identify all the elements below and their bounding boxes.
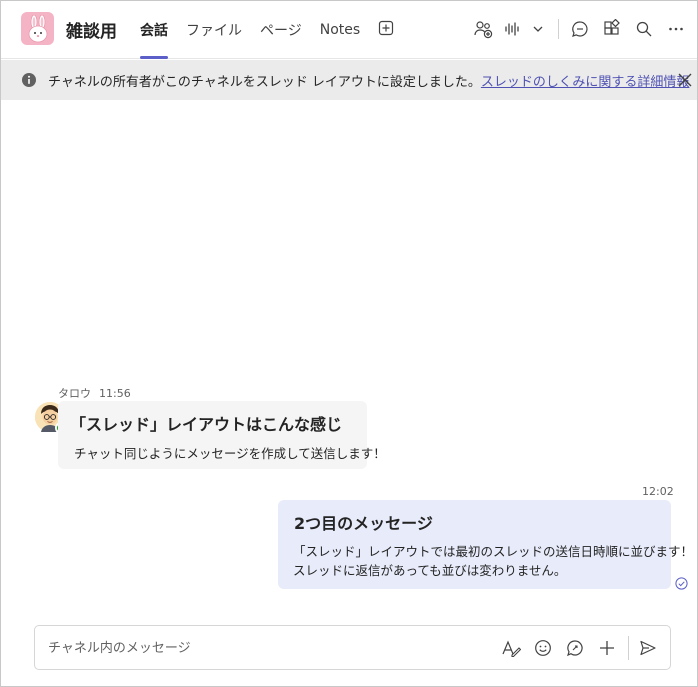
own-message-bubble[interactable]: 2つ目のメッセージ 「スレッド」レイアウトでは最初のスレッドの送信日時順に並びま… — [278, 500, 693, 589]
add-icon[interactable] — [597, 638, 617, 658]
search-icon[interactable] — [633, 18, 655, 40]
tab-notes[interactable]: Notes — [311, 1, 369, 59]
message-bubble[interactable]: 「スレッド」レイアウトはこんな感じ チャット同じようにメッセージを作成して送信し… — [58, 401, 386, 469]
channel-header: 雑談用 会話 ファイル ページ Notes — [1, 1, 697, 59]
banner-text: チャネルの所有者がこのチャネルをスレッド レイアウトに設定しました。 — [48, 75, 481, 90]
loop-icon[interactable] — [565, 638, 585, 658]
message-body-line: スレッドに返信があっても並びは変わりません。 — [293, 563, 567, 578]
emoji-icon[interactable] — [533, 638, 553, 658]
message-input[interactable] — [48, 638, 488, 658]
thread-layout-banner: チャネルの所有者がこのチャネルをスレッド レイアウトに設定しました。スレッドのし… — [1, 60, 697, 100]
rabbit-icon[interactable] — [21, 12, 54, 45]
channel-tabs: 会話 ファイル ページ Notes — [131, 1, 403, 59]
tab-conversations[interactable]: 会話 — [131, 1, 177, 59]
message-subject: 2つ目のメッセージ — [294, 514, 433, 533]
teams-channel-window: 雑談用 会話 ファイル ページ Notes チャネルの所有者がこのチャネルをスレ… — [0, 0, 698, 687]
banner-message: チャネルの所有者がこのチャネルをスレッド レイアウトに設定しました。スレッドのし… — [48, 71, 689, 90]
close-icon[interactable] — [677, 72, 693, 88]
add-tab-button[interactable] — [369, 1, 403, 59]
chevron-down-icon[interactable] — [527, 18, 549, 40]
info-icon — [21, 72, 37, 88]
meet-audio-icon[interactable] — [501, 18, 523, 40]
message-body: 「スレッド」レイアウトでは最初のスレッドの送信日時順に並びます！ スレッドに返信… — [293, 542, 693, 580]
channel-title: 雑談用 — [66, 22, 117, 42]
message-time: 11:56 — [99, 387, 131, 400]
read-receipt-icon — [675, 575, 688, 590]
format-icon[interactable] — [501, 638, 521, 658]
message-body-line: 「スレッド」レイアウトでは最初のスレッドの送信日時順に並びます！ — [293, 544, 694, 559]
compose-box — [34, 625, 671, 670]
apps-icon[interactable] — [601, 18, 623, 40]
more-icon[interactable] — [665, 18, 687, 40]
message-author[interactable]: タロウ — [58, 387, 91, 400]
compose-divider — [628, 636, 629, 660]
people-add-icon[interactable] — [472, 18, 494, 40]
message-time: 12:02 — [642, 485, 674, 498]
message-body: チャット同じようにメッセージを作成して送信します！ — [74, 446, 386, 461]
header-divider — [558, 19, 559, 39]
send-icon[interactable] — [638, 638, 658, 658]
message-meta: タロウ 11:56 — [58, 385, 131, 401]
tab-files[interactable]: ファイル — [177, 1, 251, 59]
tab-pages[interactable]: ページ — [251, 1, 311, 59]
banner-learn-more-link[interactable]: スレッドのしくみに関する詳細情報 — [481, 75, 690, 90]
message-subject: 「スレッド」レイアウトはこんな感じ — [70, 415, 343, 434]
add-tab-icon — [378, 20, 394, 40]
chat-icon[interactable] — [569, 18, 591, 40]
